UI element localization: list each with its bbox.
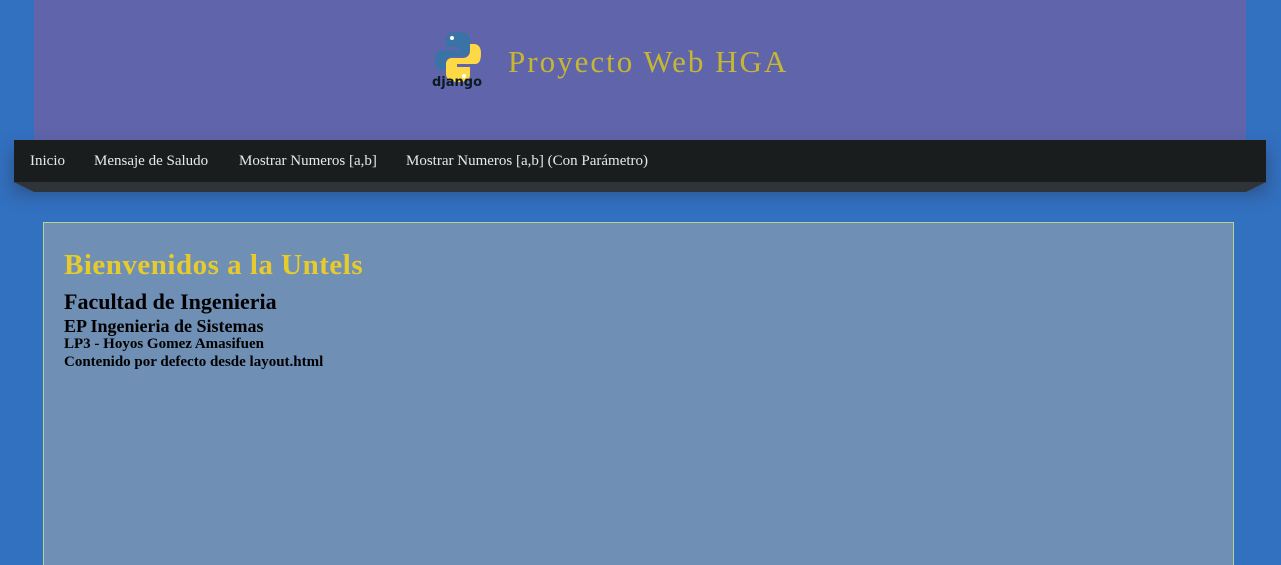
nav-item-mostrar-numeros[interactable]: Mostrar Numeros [a,b] [239,153,377,170]
logo[interactable]: django [432,30,484,90]
nav-item-inicio[interactable]: Inicio [30,153,65,170]
navbar-ledge [14,182,1266,192]
django-python-logo-icon: django [432,32,482,90]
content-panel: Bienvenidos a la Untels Facultad de Inge… [43,222,1234,565]
nav-item-mensaje-de-saludo[interactable]: Mensaje de Saludo [94,153,208,170]
page: django Proyecto Web HGA Inicio Mensaje d… [0,0,1281,565]
logo-text: django [432,75,482,90]
school-heading: EP Ingenieria de Sistemas [64,316,264,336]
default-content-text: Contenido por defecto desde layout.html [64,354,324,370]
welcome-heading: Bienvenidos a la Untels [64,249,364,281]
course-heading: LP3 - Hoyos Gomez Amasifuen [64,336,264,352]
site-title: Proyecto Web HGA [508,44,789,79]
faculty-heading: Facultad de Ingenieria [64,289,277,314]
nav-item-mostrar-numeros-con-parametro[interactable]: Mostrar Numeros [a,b] (Con Parámetro) [406,153,648,170]
